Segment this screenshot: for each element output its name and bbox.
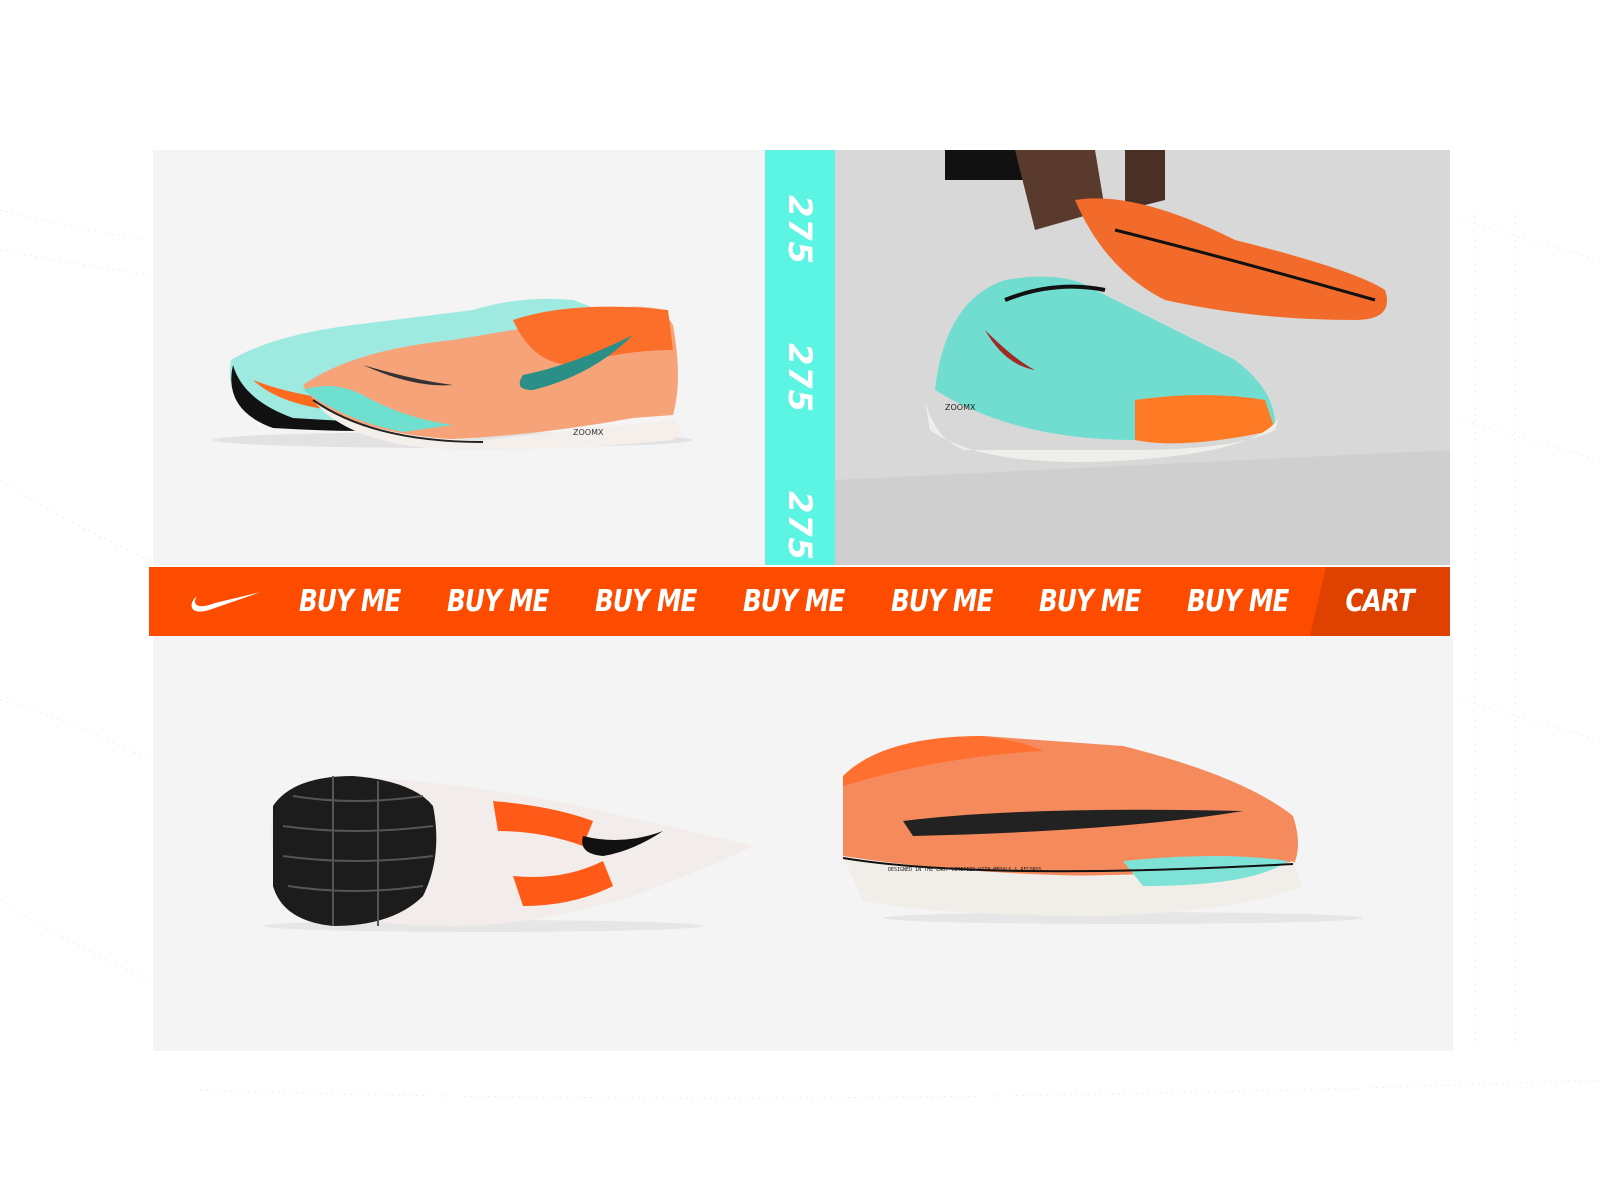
price-stripe: 275 275 275 (765, 150, 835, 565)
buy-me-marquee: E BUY ME BUY ME BUY ME BUY ME BUY ME BUY… (289, 567, 1300, 636)
sole-mark: ZOOMX (573, 428, 604, 437)
shoe-imprint: DESIGNED IN THE LAB. VERIFIED WITH MEDAL… (888, 867, 1045, 873)
price-label: 275 (780, 343, 819, 413)
buy-me-link[interactable]: BUY ME (1187, 584, 1300, 619)
buy-me-link[interactable]: BUY ME (743, 584, 864, 619)
product-panel-detail-views[interactable]: DESIGNED IN THE LAB. VERIFIED WITH MEDAL… (153, 636, 1453, 1051)
price-label: 275 (780, 195, 819, 265)
shoe-pair-image: ZOOMX (213, 298, 693, 450)
cart-label: CART (1345, 584, 1415, 619)
shoe-side-image: DESIGNED IN THE LAB. VERIFIED WITH MEDAL… (842, 736, 1363, 924)
shoe-outsole-image (263, 776, 753, 932)
buy-banner[interactable]: E BUY ME BUY ME BUY ME BUY ME BUY ME BUY… (149, 567, 1450, 636)
buy-me-link[interactable]: BUY ME (595, 584, 716, 619)
cart-button[interactable]: CART (1310, 567, 1450, 636)
buy-me-link[interactable]: BUY ME (1039, 584, 1160, 619)
product-panel-side-view[interactable]: ZOOMX (153, 150, 765, 565)
buy-me-link[interactable]: BUY ME (447, 584, 568, 619)
product-panel-on-feet[interactable]: ZOOMX (835, 150, 1450, 565)
buy-me-link[interactable]: BUY ME (891, 584, 1012, 619)
buy-me-link[interactable]: BUY ME (299, 584, 420, 619)
sole-mark: ZOOMX (945, 403, 976, 412)
price-label: 275 (780, 491, 819, 561)
worn-shoes-photo: ZOOMX (835, 150, 1450, 565)
nike-swoosh-icon (191, 592, 261, 612)
